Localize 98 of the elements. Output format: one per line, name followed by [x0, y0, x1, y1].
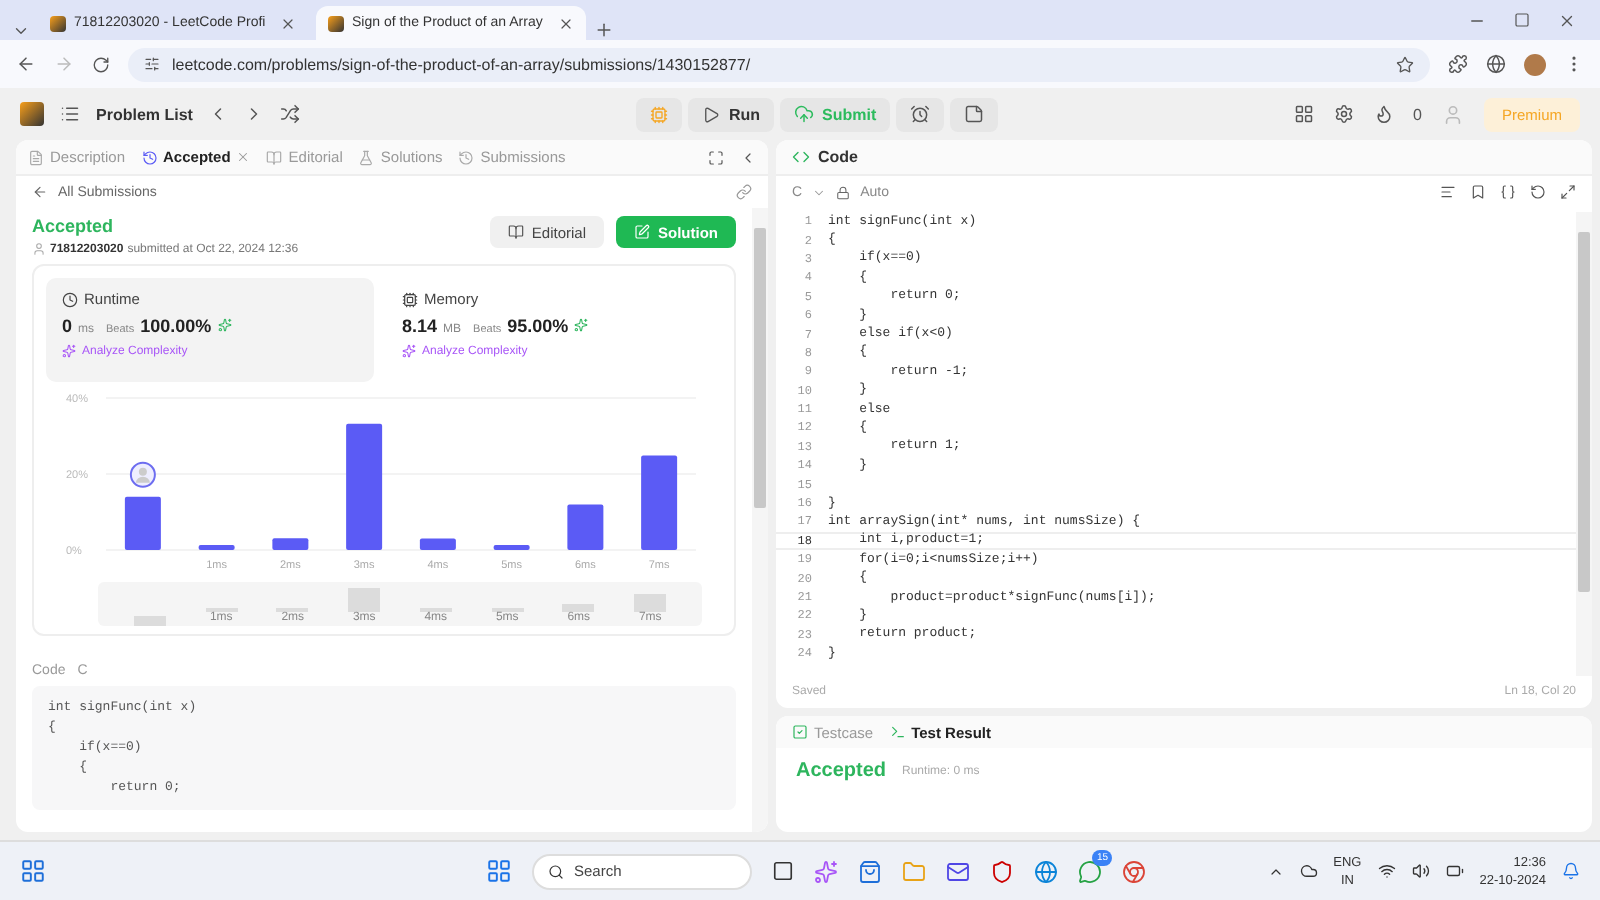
user-icon: [32, 242, 46, 256]
lock-icon: [836, 185, 851, 199]
tab-search-icon[interactable]: [12, 22, 30, 40]
caret-icon: [812, 185, 827, 199]
fullscreen-icon[interactable]: [708, 149, 724, 165]
beats-percent: 100.00%: [140, 316, 212, 336]
extensions-icon[interactable]: [1448, 54, 1468, 74]
streak-count: 0: [1413, 105, 1422, 123]
histogram-bar: [641, 455, 678, 550]
back-icon[interactable]: [16, 54, 36, 74]
new-tab-icon[interactable]: [594, 20, 614, 40]
address-bar[interactable]: leetcode.com/problems/sign-of-the-product-of-an-array/submissions/1430152877/: [128, 47, 1430, 81]
notes-button[interactable]: [950, 97, 999, 131]
bookmark-star-icon[interactable]: [1396, 55, 1414, 73]
close-icon[interactable]: [558, 15, 574, 31]
widgets-icon[interactable]: [20, 858, 46, 884]
sparkle-icon: [402, 344, 416, 358]
cloud-upload-icon: [794, 104, 815, 124]
close-icon[interactable]: [280, 15, 296, 31]
scrollbar[interactable]: [1576, 212, 1592, 676]
format-icon[interactable]: [1440, 184, 1456, 200]
shuffle-icon[interactable]: [280, 104, 301, 124]
bookmark-icon[interactable]: [1470, 184, 1486, 200]
layout-icon[interactable]: [1293, 104, 1314, 124]
histogram-bar: [198, 545, 235, 550]
leetcode-logo[interactable]: [20, 102, 44, 126]
leetcode-logo: [328, 15, 344, 31]
chat-icon[interactable]: [1078, 859, 1102, 883]
panel-title: Code: [818, 148, 858, 166]
history-icon: [141, 149, 158, 165]
chrome-icon[interactable]: [1122, 859, 1146, 883]
play-icon: [702, 105, 721, 123]
reset-icon[interactable]: [1530, 184, 1546, 200]
bug-icon: [650, 105, 669, 123]
mini-bar: [348, 588, 381, 612]
leetcode-logo: [50, 15, 66, 31]
battery-icon[interactable]: [1445, 862, 1464, 880]
book-icon: [507, 224, 524, 240]
close-icon[interactable]: [1558, 11, 1576, 29]
sparkle-icon: [574, 318, 589, 332]
cloud-icon[interactable]: [1299, 862, 1318, 880]
result-status: Accepted: [796, 760, 887, 782]
search-icon: [548, 863, 564, 879]
histogram-bar: [124, 496, 161, 550]
braces-icon[interactable]: [1500, 184, 1516, 200]
document-icon: [28, 149, 44, 165]
mini-bar: [634, 594, 667, 612]
checkbox-icon: [792, 724, 808, 740]
browser-icon[interactable]: [1034, 859, 1058, 883]
mini-bar: [133, 615, 166, 626]
scrollbar[interactable]: [752, 208, 768, 832]
expand-icon[interactable]: [1560, 184, 1576, 200]
extension-icon[interactable]: [1486, 54, 1506, 74]
settings-icon[interactable]: [1333, 104, 1354, 124]
beats-percent: 95.00%: [507, 316, 569, 336]
note-icon: [964, 104, 985, 124]
reload-icon[interactable]: [92, 55, 110, 73]
submission-status: Accepted: [32, 216, 116, 236]
timer-button[interactable]: [896, 97, 945, 131]
profile-avatar[interactable]: [1524, 53, 1546, 75]
link-icon[interactable]: [736, 184, 752, 200]
chip-icon: [402, 291, 418, 307]
volume-icon[interactable]: [1411, 862, 1430, 880]
mini-bar: [562, 603, 595, 612]
histogram-bar: [567, 504, 604, 550]
sparkle-icon: [62, 344, 76, 358]
site-settings-icon[interactable]: [144, 56, 160, 72]
histogram-bar: [419, 538, 456, 550]
book-icon: [266, 149, 283, 165]
collapse-icon[interactable]: [740, 149, 756, 165]
history-icon: [458, 149, 475, 165]
run-button[interactable]: Run: [688, 97, 775, 131]
histogram-bar: [272, 538, 309, 550]
terminal-icon: [889, 724, 906, 740]
histogram-bar: [493, 545, 530, 550]
alarm-clock-icon: [910, 104, 931, 124]
stat-value: 0: [62, 316, 73, 336]
flame-icon[interactable]: [1373, 104, 1394, 124]
copilot-icon[interactable]: [814, 859, 838, 883]
edit-icon: [634, 224, 650, 240]
list-icon[interactable]: [60, 104, 80, 124]
clock-icon: [62, 291, 78, 307]
store-icon[interactable]: [858, 859, 882, 883]
sparkle-icon: [217, 318, 232, 332]
code-icon: [792, 148, 810, 166]
stat-value: 8.14: [402, 316, 438, 336]
problem-list-link[interactable]: Problem List: [96, 105, 193, 123]
app-icon[interactable]: [946, 859, 970, 883]
shield-icon[interactable]: [990, 859, 1014, 883]
notification-icon[interactable]: [1562, 862, 1580, 880]
back-arrow-icon: [32, 184, 48, 200]
start-icon[interactable]: [486, 858, 512, 884]
wifi-icon[interactable]: [1377, 862, 1396, 880]
histogram-bar: [346, 423, 383, 550]
close-icon: [236, 150, 251, 164]
flask-icon: [358, 149, 375, 165]
maximize-icon[interactable]: [1514, 11, 1530, 27]
task-view-icon[interactable]: [772, 860, 794, 882]
